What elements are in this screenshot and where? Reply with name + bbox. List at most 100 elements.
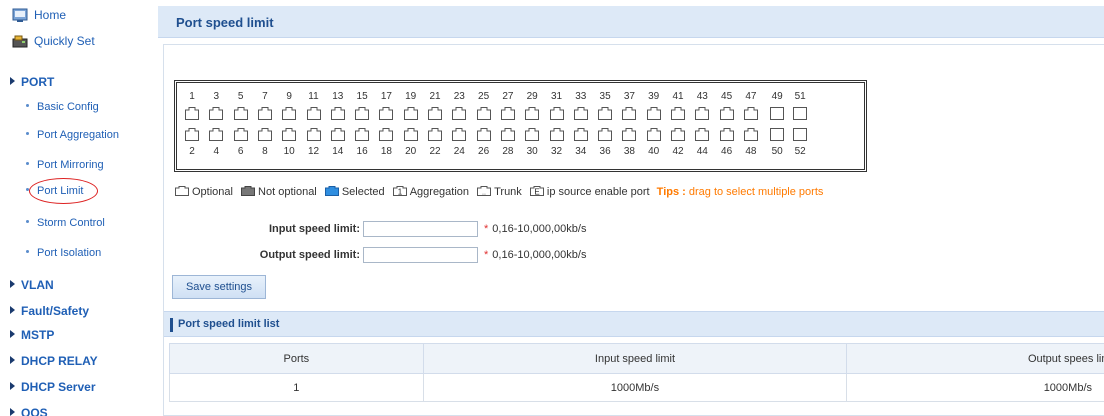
port-17[interactable] <box>378 106 394 121</box>
port-number-label: 47 <box>745 91 757 102</box>
sidebar-item-quickly-set[interactable]: Quickly Set <box>12 31 162 51</box>
port-46[interactable] <box>719 127 735 142</box>
sidebar-section-vlan[interactable]: VLAN <box>10 275 160 295</box>
port-number-label: 21 <box>429 91 441 102</box>
sidebar-section-fault-safety[interactable]: Fault/Safety <box>10 301 160 321</box>
sidebar-section-qos[interactable]: QOS <box>10 403 160 416</box>
port-4[interactable] <box>208 127 224 142</box>
output-speed-limit-range: 0,16-10,000,00kb/s <box>492 249 587 261</box>
sidebar-section-mstp[interactable]: MSTP <box>10 325 160 345</box>
sidebar-item-home[interactable]: Home <box>12 5 162 25</box>
sidebar-section-port[interactable]: PORT <box>10 72 160 92</box>
sidebar-section-dhcp-relay[interactable]: DHCP RELAY <box>10 351 160 371</box>
port-48[interactable] <box>743 127 759 142</box>
port-37[interactable] <box>621 106 637 121</box>
port-25[interactable] <box>476 106 492 121</box>
port-11[interactable] <box>306 106 322 121</box>
port-27[interactable] <box>500 106 516 121</box>
port-5[interactable] <box>233 106 249 121</box>
port-number-label: 44 <box>696 146 708 157</box>
port-19[interactable] <box>403 106 419 121</box>
list-title: Port speed limit list <box>178 318 280 330</box>
port-12[interactable] <box>306 127 322 142</box>
sidebar-item-port-mirroring[interactable]: Port Mirroring <box>26 155 176 175</box>
caret-right-icon <box>10 280 15 288</box>
port-shape <box>598 128 613 141</box>
port-26[interactable] <box>476 127 492 142</box>
port-42[interactable] <box>670 127 686 142</box>
port-45[interactable] <box>719 106 735 121</box>
tips-text: Tips : drag to select multiple ports <box>657 186 824 198</box>
port-9[interactable] <box>281 106 297 121</box>
sidebar-section-label: PORT <box>21 75 55 89</box>
port-number-label: 31 <box>550 91 563 102</box>
cell-input-speed-limit: 1000Mb/s <box>422 373 848 402</box>
port-43[interactable] <box>694 106 710 121</box>
port-34[interactable] <box>573 127 589 142</box>
port-2[interactable] <box>184 127 200 142</box>
port-8[interactable] <box>257 127 273 142</box>
port-44[interactable] <box>694 127 710 142</box>
port-number-label: 48 <box>745 146 757 157</box>
bullet-icon <box>26 220 29 223</box>
save-settings-button[interactable]: Save settings <box>172 275 266 299</box>
sidebar-section-label: DHCP Server <box>21 380 96 394</box>
port-40[interactable] <box>646 127 662 142</box>
sidebar-item-port-isolation[interactable]: Port Isolation <box>26 243 176 263</box>
port-49[interactable] <box>769 106 785 121</box>
port-optional-icon <box>175 186 189 196</box>
port-15[interactable] <box>354 106 370 121</box>
port-number-label: 4 <box>213 146 220 157</box>
input-speed-limit-field[interactable] <box>363 221 478 237</box>
port-33[interactable] <box>573 106 589 121</box>
port-35[interactable] <box>597 106 613 121</box>
port-shape <box>355 128 370 141</box>
sidebar-section-dhcp-server[interactable]: DHCP Server <box>10 377 160 397</box>
port-50[interactable] <box>769 127 785 142</box>
port-16[interactable] <box>354 127 370 142</box>
column-header-output-speed-limit: Output spees limit <box>846 343 1104 374</box>
port-18[interactable] <box>378 127 394 142</box>
port-3[interactable] <box>208 106 224 121</box>
port-22[interactable] <box>427 127 443 142</box>
port-14[interactable] <box>330 127 346 142</box>
port-31[interactable] <box>549 106 565 121</box>
required-mark: * <box>484 249 489 261</box>
sidebar-item-storm-control[interactable]: Storm Control <box>26 213 176 233</box>
sidebar-item-port-aggregation[interactable]: Port Aggregation <box>26 125 176 145</box>
port-number-label: 6 <box>237 146 244 157</box>
port-23[interactable] <box>451 106 467 121</box>
port-38[interactable] <box>621 127 637 142</box>
port-30[interactable] <box>524 127 540 142</box>
port-number-label: 5 <box>237 91 244 102</box>
port-6[interactable] <box>233 127 249 142</box>
port-shape <box>452 128 467 141</box>
port-1[interactable] <box>184 106 200 121</box>
port-7[interactable] <box>257 106 273 121</box>
port-29[interactable] <box>524 106 540 121</box>
port-21[interactable] <box>427 106 443 121</box>
port-20[interactable] <box>403 127 419 142</box>
port-39[interactable] <box>646 106 662 121</box>
port-52[interactable] <box>792 127 808 142</box>
sidebar-item-label: Storm Control <box>37 217 105 229</box>
port-47[interactable] <box>743 106 759 121</box>
port-41[interactable] <box>670 106 686 121</box>
port-10[interactable] <box>281 127 297 142</box>
port-panel[interactable]: 1 3 5 7 9 11 13 15 17 19 21 23 25 27 29 31 33 35 37 39 41 43 4… <box>174 80 867 172</box>
port-24[interactable] <box>451 127 467 142</box>
sidebar-item-port-limit[interactable]: Port Limit <box>26 181 176 201</box>
port-32[interactable] <box>549 127 565 142</box>
port-28[interactable] <box>500 127 516 142</box>
port-51[interactable] <box>792 106 808 121</box>
sidebar-item-label: Port Mirroring <box>37 159 104 171</box>
port-shape <box>573 128 588 141</box>
table-row[interactable]: 1 1000Mb/s 1000Mb/s <box>169 373 1104 402</box>
sidebar-item-basic-config[interactable]: Basic Config <box>26 97 176 117</box>
port-13[interactable] <box>330 106 346 121</box>
required-mark: * <box>484 223 489 235</box>
port-36[interactable] <box>597 127 613 142</box>
input-speed-limit-range: 0,16-10,000,00kb/s <box>492 223 587 235</box>
output-speed-limit-field[interactable] <box>363 247 478 263</box>
sidebar-item-label: Port Aggregation <box>37 129 119 141</box>
